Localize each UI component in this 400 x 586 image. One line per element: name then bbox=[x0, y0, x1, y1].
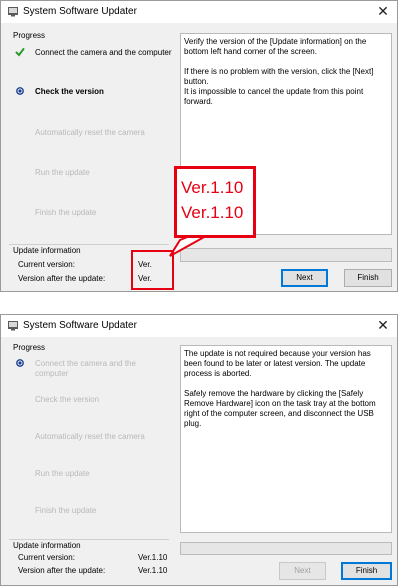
bullet-icon bbox=[16, 359, 24, 367]
step-connect: Connect the camera and the computer bbox=[35, 48, 172, 57]
step-run-update: Run the update bbox=[35, 168, 90, 177]
step-run-update: Run the update bbox=[35, 469, 90, 478]
divider bbox=[9, 539, 169, 540]
divider bbox=[9, 244, 169, 245]
updater-window-1: System Software Updater ✕ Progress Conne… bbox=[0, 0, 398, 292]
step-finish-update: Finish the update bbox=[35, 506, 97, 515]
update-info-label: Update information bbox=[13, 541, 81, 550]
update-progress-bar bbox=[180, 542, 392, 555]
close-button[interactable]: ✕ bbox=[375, 317, 391, 333]
next-button[interactable]: Next bbox=[281, 269, 328, 287]
after-version-value: Ver.1.10 bbox=[138, 566, 168, 575]
progress-label: Progress bbox=[13, 31, 46, 40]
current-version-value: Ver.1.10 bbox=[138, 553, 168, 562]
current-version-label: Current version: bbox=[18, 553, 75, 562]
step-connect: Connect the camera and the computer bbox=[35, 359, 136, 378]
version-highlight-box bbox=[131, 250, 174, 290]
check-icon bbox=[15, 48, 25, 57]
step-reset-camera: Automatically reset the camera bbox=[35, 432, 145, 441]
app-icon bbox=[8, 321, 18, 331]
step-check-version: Check the version bbox=[35, 395, 100, 404]
close-button[interactable]: ✕ bbox=[375, 3, 391, 19]
step-reset-camera: Automatically reset the camera bbox=[35, 128, 145, 137]
window-title: System Software Updater bbox=[23, 320, 137, 331]
app-icon bbox=[8, 7, 18, 17]
callout-current-version: Ver.1.10 bbox=[181, 178, 244, 197]
title-bar: System Software Updater ✕ bbox=[1, 315, 397, 337]
updater-window-2: System Software Updater ✕ Progress Conne… bbox=[0, 314, 398, 586]
after-version-label: Version after the update: bbox=[18, 274, 106, 283]
window-title: System Software Updater bbox=[23, 6, 137, 17]
title-bar: System Software Updater ✕ bbox=[1, 1, 397, 23]
current-version-label: Current version: bbox=[18, 260, 75, 269]
finish-button[interactable]: Finish bbox=[344, 269, 392, 287]
after-version-label: Version after the update: bbox=[18, 566, 106, 575]
message-box: The update is not required because your … bbox=[180, 345, 392, 533]
step-finish-update: Finish the update bbox=[35, 208, 97, 217]
finish-button[interactable]: Finish bbox=[341, 562, 392, 580]
update-info-label: Update information bbox=[13, 246, 81, 255]
update-progress-bar bbox=[180, 248, 392, 262]
version-callout: Ver.1.10 Ver.1.10 bbox=[174, 166, 256, 238]
step-check-version: Check the version bbox=[35, 87, 104, 96]
next-button[interactable]: Next bbox=[279, 562, 326, 580]
progress-label: Progress bbox=[13, 343, 46, 352]
bullet-icon bbox=[16, 87, 24, 95]
callout-after-version: Ver.1.10 bbox=[181, 203, 244, 222]
